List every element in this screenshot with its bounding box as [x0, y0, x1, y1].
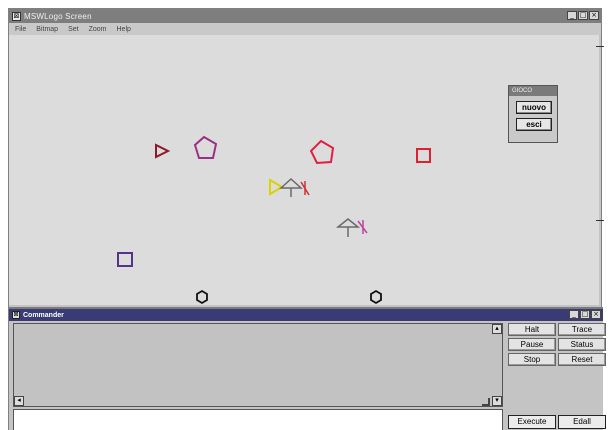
- commander-window: ⊠ Commander _ □ × ▴ ◂ ▾ Halt Trace Pause…: [9, 307, 606, 430]
- hexagon-shape: [370, 289, 382, 305]
- edge-tick-mark: [596, 220, 604, 221]
- drawing-canvas[interactable]: [9, 35, 599, 305]
- square-shape: [117, 252, 133, 267]
- scroll-left-arrow-icon[interactable]: ◂: [14, 396, 24, 406]
- game-palette-window: GIOCO nuovo esci: [508, 85, 558, 143]
- mswlogo-main-window: ⊠ MSWLogo Screen _ □ × File Bitmap Set Z…: [8, 8, 606, 430]
- status-button[interactable]: Status: [558, 338, 606, 351]
- nuovo-button[interactable]: nuovo: [516, 101, 552, 114]
- edall-button[interactable]: Edall: [558, 415, 606, 429]
- canvas-svg: [117, 135, 431, 305]
- menu-file[interactable]: File: [15, 26, 26, 33]
- esci-button[interactable]: esci: [516, 118, 552, 131]
- command-history[interactable]: ▴ ◂ ▾: [13, 323, 503, 407]
- execute-button[interactable]: Execute: [508, 415, 556, 429]
- square-shape: [416, 148, 431, 163]
- commander-maximize-button[interactable]: □: [580, 310, 590, 319]
- stop-button[interactable]: Stop: [508, 353, 556, 366]
- minimize-button[interactable]: _: [567, 11, 577, 20]
- commander-app-icon[interactable]: ⊠: [12, 311, 20, 319]
- hexagon-shape: [196, 289, 208, 305]
- triangle-shape: [155, 143, 171, 159]
- commander-title-bar[interactable]: ⊠ Commander _ □ ×: [9, 309, 603, 321]
- halt-button[interactable]: Halt: [508, 323, 556, 336]
- trace-button[interactable]: Trace: [558, 323, 606, 336]
- main-title-bar[interactable]: ⊠ MSWLogo Screen _ □ ×: [9, 9, 601, 23]
- maximize-button[interactable]: □: [578, 11, 588, 20]
- menu-help[interactable]: Help: [117, 26, 131, 33]
- menu-set[interactable]: Set: [68, 26, 79, 33]
- window-controls: _ □ ×: [567, 11, 599, 20]
- menu-bar: File Bitmap Set Zoom Help: [9, 23, 601, 35]
- commander-close-button[interactable]: ×: [591, 310, 601, 319]
- commander-minimize-button[interactable]: _: [569, 310, 579, 319]
- edge-tick-mark: [596, 46, 604, 47]
- window-title: MSWLogo Screen: [24, 11, 92, 21]
- logo-app-icon[interactable]: ⊠: [12, 11, 21, 21]
- resize-grip-icon[interactable]: [482, 398, 490, 406]
- scroll-up-arrow-icon[interactable]: ▴: [492, 324, 502, 334]
- turtle-cursor: [335, 218, 368, 237]
- pentagon-shape: [309, 139, 335, 165]
- commander-window-controls: _ □ ×: [569, 310, 601, 319]
- menu-bitmap[interactable]: Bitmap: [36, 26, 58, 33]
- commander-title: Commander: [23, 311, 64, 319]
- menu-zoom[interactable]: Zoom: [89, 26, 107, 33]
- pause-button[interactable]: Pause: [508, 338, 556, 351]
- turtle-cursor: [279, 177, 310, 197]
- palette-title[interactable]: GIOCO: [509, 86, 557, 96]
- close-button[interactable]: ×: [589, 11, 599, 20]
- command-input[interactable]: [13, 409, 503, 430]
- triangle-shape: [269, 178, 284, 196]
- pentagon-shape: [193, 135, 218, 159]
- reset-button[interactable]: Reset: [558, 353, 606, 366]
- scroll-down-arrow-icon[interactable]: ▾: [492, 396, 502, 406]
